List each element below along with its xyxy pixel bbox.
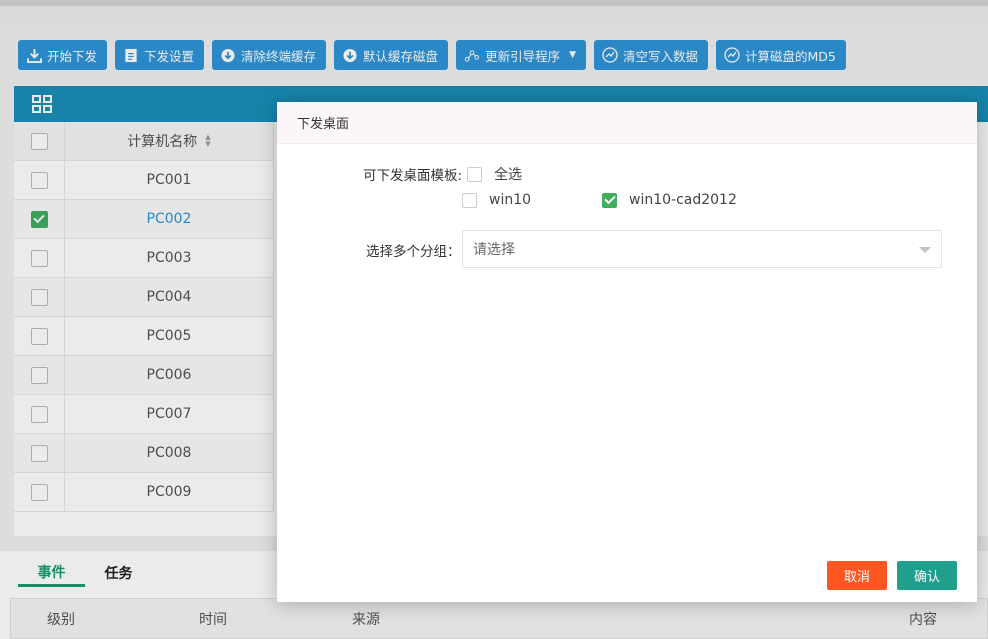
confirm-button[interactable]: 确认 xyxy=(897,561,957,590)
select-all-template-checkbox[interactable] xyxy=(467,166,483,182)
chevron-down-icon xyxy=(919,247,931,253)
template-option-win10-cad2012[interactable]: win10-cad2012 xyxy=(602,192,737,208)
group-row: 选择多个分组： xyxy=(366,240,461,260)
dialog-title: 下发桌面 xyxy=(277,102,977,144)
option-checkbox[interactable] xyxy=(602,192,617,208)
template-row: 可下发桌面模板: 全选 xyxy=(363,164,522,184)
deploy-desktop-dialog: 下发桌面 可下发桌面模板: 全选 win10 win10-cad2012 选择多… xyxy=(277,102,977,602)
option-label: win10-cad2012 xyxy=(629,192,737,208)
cancel-button[interactable]: 取消 xyxy=(827,561,887,590)
template-label: 可下发桌面模板: xyxy=(363,168,463,184)
group-select[interactable]: 请选择 xyxy=(462,230,942,268)
template-option-win10[interactable]: win10 xyxy=(462,192,531,208)
group-select-placeholder: 请选择 xyxy=(473,242,515,258)
group-label: 选择多个分组： xyxy=(366,244,461,260)
select-all-label[interactable]: 全选 xyxy=(494,164,522,184)
option-label: win10 xyxy=(489,192,532,208)
option-checkbox[interactable] xyxy=(462,192,477,208)
